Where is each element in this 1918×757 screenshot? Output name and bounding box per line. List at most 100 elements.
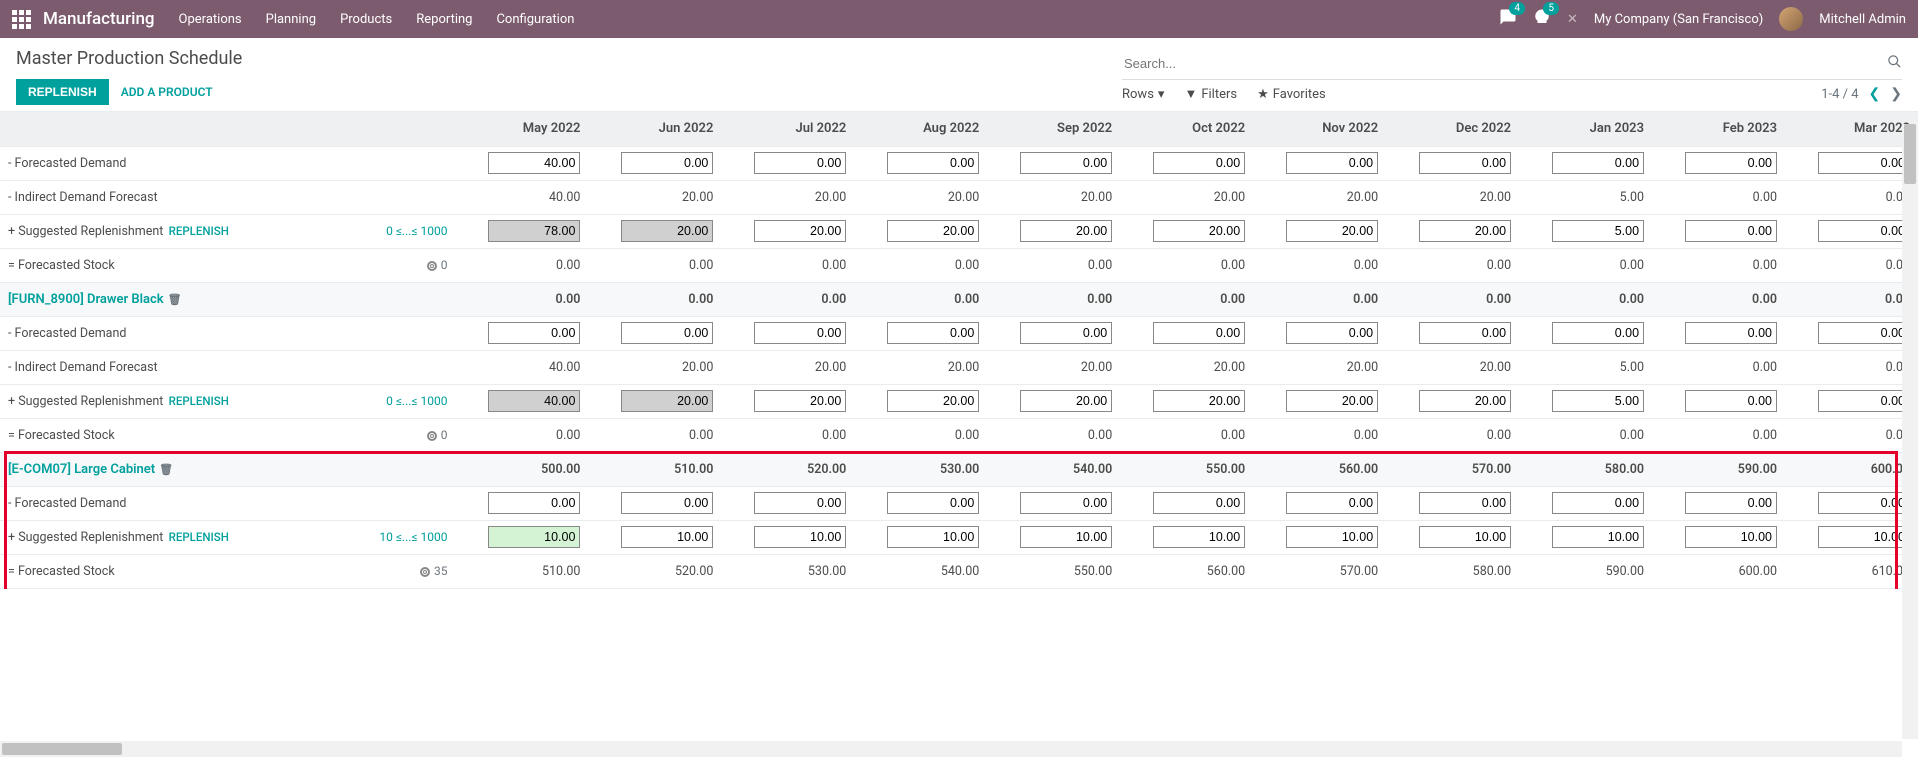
cell-input[interactable] [1020, 322, 1112, 344]
apps-icon[interactable] [12, 10, 31, 29]
cell-input[interactable] [488, 220, 580, 242]
cell-input[interactable] [1552, 322, 1644, 344]
cell-input[interactable] [1419, 152, 1511, 174]
inline-replenish-button[interactable]: REPLENISH [169, 394, 229, 408]
cell-input[interactable] [1685, 322, 1777, 344]
horizontal-scrollbar[interactable] [0, 741, 1902, 757]
cell-input[interactable] [1685, 492, 1777, 514]
product-link[interactable]: [FURN_8900] Drawer Black [8, 292, 164, 307]
cell-input[interactable] [1020, 220, 1112, 242]
cell-input[interactable] [887, 322, 979, 344]
cell-input[interactable] [1685, 152, 1777, 174]
cell-input[interactable] [621, 322, 713, 344]
cell-input[interactable] [1286, 322, 1378, 344]
activities-icon[interactable]: 5 [1533, 8, 1551, 30]
cell-input[interactable] [1552, 526, 1644, 548]
cell-input[interactable] [1419, 220, 1511, 242]
cell-input[interactable] [1818, 492, 1910, 514]
cell-input[interactable] [887, 526, 979, 548]
cell-input[interactable] [488, 526, 580, 548]
cell-value: 0.00 [1753, 190, 1777, 205]
cell-input[interactable] [621, 220, 713, 242]
cell-input[interactable] [754, 220, 846, 242]
messages-icon[interactable]: 4 [1499, 8, 1517, 30]
cell-input[interactable] [1153, 220, 1245, 242]
pager-next[interactable]: ❯ [1890, 86, 1902, 102]
cell-input[interactable] [488, 152, 580, 174]
user-name[interactable]: Mitchell Admin [1819, 12, 1906, 27]
cell-input[interactable] [887, 492, 979, 514]
cell-input[interactable] [621, 526, 713, 548]
cell-input[interactable] [1818, 220, 1910, 242]
cell-input[interactable] [754, 390, 846, 412]
cell-input[interactable] [1153, 526, 1245, 548]
cell-input[interactable] [1552, 492, 1644, 514]
cell-input[interactable] [1685, 220, 1777, 242]
vertical-scrollbar[interactable] [1902, 124, 1918, 739]
cell-input[interactable] [1685, 390, 1777, 412]
target-icon[interactable] [420, 567, 430, 577]
cell-input[interactable] [488, 390, 580, 412]
favorites-button[interactable]: ★ Favorites [1257, 87, 1326, 102]
cell-input[interactable] [754, 526, 846, 548]
cell-input[interactable] [754, 492, 846, 514]
search-input[interactable] [1122, 52, 1887, 75]
nav-products[interactable]: Products [340, 12, 392, 27]
search-icon[interactable] [1887, 54, 1902, 73]
cell-input[interactable] [1818, 390, 1910, 412]
cell-input[interactable] [1419, 322, 1511, 344]
nav-reporting[interactable]: Reporting [416, 12, 472, 27]
cell-input[interactable] [621, 492, 713, 514]
target-icon[interactable] [427, 261, 437, 271]
cell-input[interactable] [1020, 526, 1112, 548]
trash-icon[interactable]: 🗑 [159, 463, 173, 476]
cell-input[interactable] [1818, 322, 1910, 344]
cell-input[interactable] [1153, 152, 1245, 174]
cell-input[interactable] [1685, 526, 1777, 548]
cell-input[interactable] [1552, 390, 1644, 412]
cell-input[interactable] [1286, 526, 1378, 548]
cell-input[interactable] [1286, 492, 1378, 514]
rows-dropdown[interactable]: Rows ▾ [1122, 87, 1164, 102]
product-link[interactable]: [E-COM07] Large Cabinet [8, 462, 155, 477]
cell-input[interactable] [887, 152, 979, 174]
cell-input[interactable] [1419, 390, 1511, 412]
replenish-button[interactable]: REPLENISH [16, 79, 109, 105]
pager-prev[interactable]: ❮ [1869, 86, 1881, 102]
nav-configuration[interactable]: Configuration [496, 12, 574, 27]
cell-input[interactable] [1286, 390, 1378, 412]
cell-input[interactable] [1552, 220, 1644, 242]
cell-input[interactable] [1818, 152, 1910, 174]
cell-input[interactable] [887, 390, 979, 412]
cell-input[interactable] [1552, 152, 1644, 174]
cell-input[interactable] [1153, 492, 1245, 514]
cell-input[interactable] [1286, 220, 1378, 242]
filters-button[interactable]: ▼ Filters [1184, 86, 1237, 102]
company-name[interactable]: My Company (San Francisco) [1594, 12, 1763, 27]
cell-input[interactable] [754, 322, 846, 344]
nav-operations[interactable]: Operations [179, 12, 242, 27]
inline-replenish-button[interactable]: REPLENISH [169, 530, 229, 544]
target-icon[interactable] [427, 431, 437, 441]
add-product-button[interactable]: ADD A PRODUCT [117, 79, 217, 105]
avatar[interactable] [1779, 7, 1803, 31]
cell-input[interactable] [754, 152, 846, 174]
tray-icon[interactable]: ✕ [1567, 12, 1578, 27]
cell-input[interactable] [1286, 152, 1378, 174]
cell-input[interactable] [1419, 526, 1511, 548]
cell-input[interactable] [1020, 390, 1112, 412]
cell-input[interactable] [621, 390, 713, 412]
cell-input[interactable] [1153, 322, 1245, 344]
nav-planning[interactable]: Planning [266, 12, 316, 27]
cell-input[interactable] [621, 152, 713, 174]
cell-input[interactable] [887, 220, 979, 242]
cell-input[interactable] [1818, 526, 1910, 548]
inline-replenish-button[interactable]: REPLENISH [169, 224, 229, 238]
cell-input[interactable] [1419, 492, 1511, 514]
cell-input[interactable] [1153, 390, 1245, 412]
cell-input[interactable] [1020, 492, 1112, 514]
cell-input[interactable] [1020, 152, 1112, 174]
cell-input[interactable] [488, 492, 580, 514]
cell-input[interactable] [488, 322, 580, 344]
trash-icon[interactable]: 🗑 [168, 293, 182, 306]
